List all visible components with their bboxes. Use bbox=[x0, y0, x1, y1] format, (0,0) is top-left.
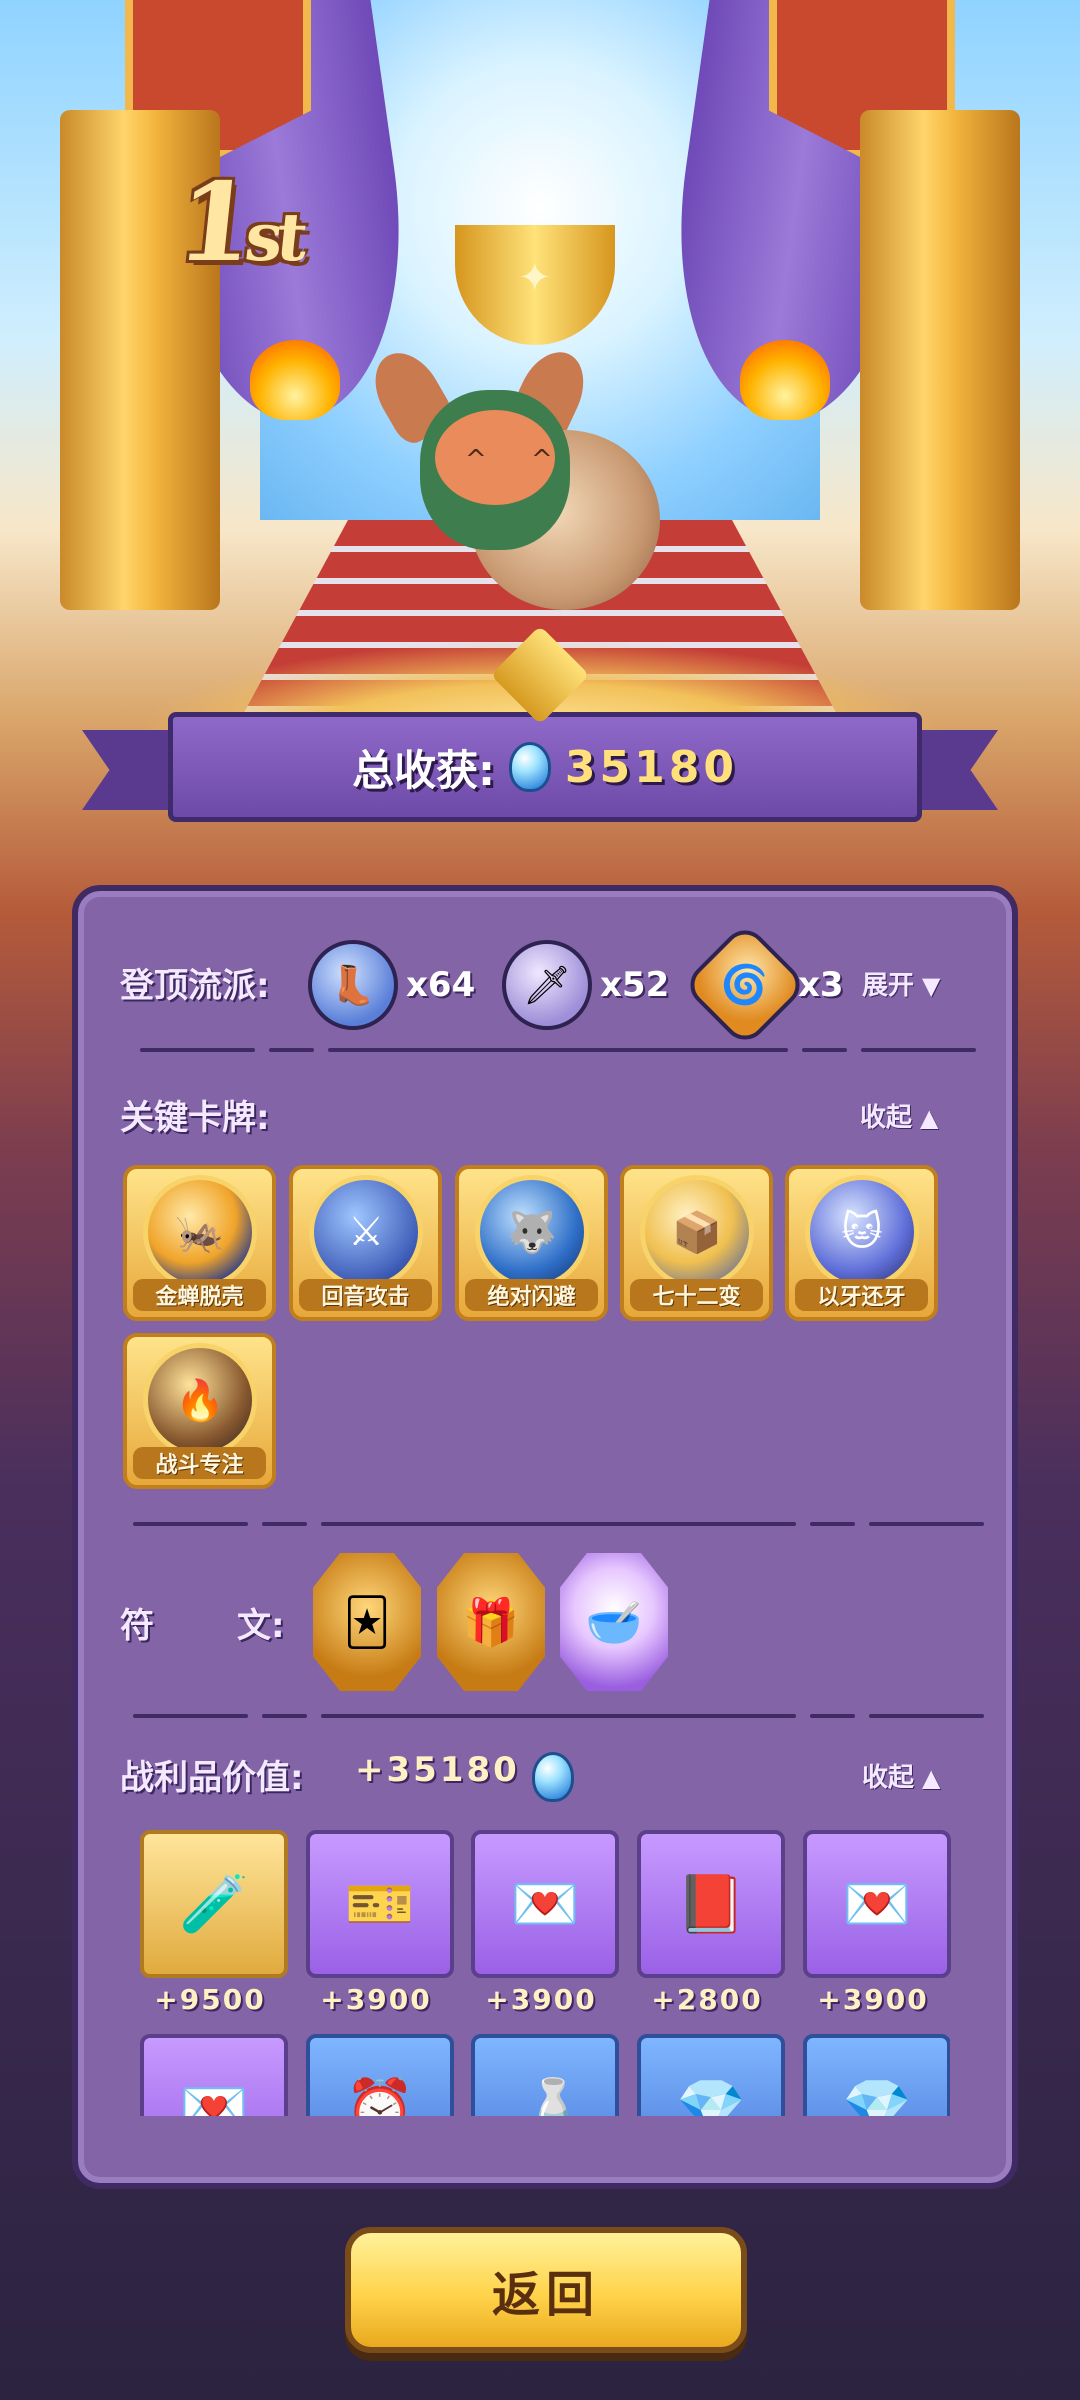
collapse-toggle-loot[interactable]: 收起 ▲ bbox=[862, 1757, 940, 1794]
red-book-icon[interactable]: 📕 bbox=[637, 1830, 785, 1978]
rank-suffix: st bbox=[241, 198, 306, 276]
triangle-up-icon: ▲ bbox=[922, 1764, 941, 1792]
vip-ticket-icon[interactable]: 🎫 bbox=[306, 1830, 454, 1978]
runes-label-b: 文: bbox=[237, 1606, 285, 1646]
key-card-name: 回音攻击 bbox=[299, 1279, 432, 1311]
key-cards-label: 关键卡牌: bbox=[120, 1098, 270, 1138]
rune-bowl-icon[interactable]: 🥣 bbox=[560, 1553, 668, 1691]
collapse-toggle-label: 收起 bbox=[860, 1103, 913, 1133]
cicada-shell-icon: 🦗 bbox=[143, 1175, 257, 1289]
focus-icon: 🔥 bbox=[143, 1343, 257, 1457]
squirrel-hero: ^ ^ bbox=[361, 340, 670, 620]
loot-row-clipped: 💌 ⏰ 🍶 💎 💎 bbox=[130, 2030, 950, 2116]
divider bbox=[133, 1522, 984, 1526]
crystal-icon[interactable]: 💎 bbox=[637, 2034, 785, 2116]
expand-toggle[interactable]: 展开 ▼ bbox=[862, 965, 940, 1002]
back-button[interactable]: 返回 bbox=[345, 2227, 747, 2353]
faction-item: 🗡 x52 bbox=[502, 940, 669, 1030]
loot-value: +35180 bbox=[355, 1750, 520, 1790]
gem-icon bbox=[508, 742, 551, 792]
runes-label-a: 符 bbox=[120, 1606, 154, 1646]
expand-toggle-label: 展开 bbox=[862, 971, 915, 1001]
loot-label: 战利品价值: bbox=[120, 1758, 304, 1798]
key-card-name: 以牙还牙 bbox=[795, 1279, 928, 1311]
triangle-up-icon: ▲ bbox=[920, 1104, 939, 1132]
loot-item-value: +3900 bbox=[485, 1983, 597, 2016]
total-harvest-label: 总收获: bbox=[352, 745, 495, 795]
collapse-toggle-cards[interactable]: 收起 ▲ bbox=[860, 1097, 938, 1134]
flame-icon bbox=[740, 340, 830, 420]
dodge-icon: 🐺 bbox=[475, 1175, 589, 1289]
rune-card-icon[interactable]: 🃏 bbox=[313, 1553, 421, 1691]
retaliate-icon: 🐱 bbox=[805, 1175, 919, 1289]
key-card-name: 金蝉脱壳 bbox=[133, 1279, 266, 1311]
loot-item-value: +3900 bbox=[320, 1983, 432, 2016]
rank-badge: 1st bbox=[171, 160, 309, 286]
crystal-icon[interactable]: 💎 bbox=[803, 2034, 950, 2116]
pillar-right bbox=[860, 110, 1020, 610]
key-card[interactable]: 🐱 以牙还牙 bbox=[785, 1165, 938, 1321]
letter-icon[interactable]: 💌 bbox=[140, 2034, 288, 2116]
total-harvest-value: 35180 bbox=[564, 741, 738, 793]
transform-icon: 📦 bbox=[640, 1175, 754, 1289]
loot-item-value: +3900 bbox=[817, 1983, 929, 2016]
divider bbox=[133, 1714, 984, 1718]
key-card[interactable]: ⚔ 回音攻击 bbox=[289, 1165, 442, 1321]
faction-count: x64 bbox=[406, 965, 476, 1005]
key-card-name: 绝对闪避 bbox=[465, 1279, 598, 1311]
gem-icon bbox=[532, 1752, 574, 1802]
faction-item: 👢 x64 bbox=[308, 940, 475, 1030]
divider bbox=[140, 1048, 976, 1052]
loot-item-value: +9500 bbox=[154, 1983, 266, 2016]
total-harvest-ribbon: 总收获: 35180 bbox=[168, 712, 922, 822]
sword-icon: 🗡 bbox=[502, 940, 592, 1030]
rune-gift-icon[interactable]: 🎁 bbox=[437, 1553, 545, 1691]
key-card[interactable]: 🔥 战斗专注 bbox=[123, 1333, 276, 1489]
loot-item-value: +2800 bbox=[651, 1983, 763, 2016]
faction-count: x3 bbox=[798, 965, 844, 1005]
letter-icon[interactable]: 💌 bbox=[803, 1830, 951, 1978]
key-card[interactable]: 🐺 绝对闪避 bbox=[455, 1165, 608, 1321]
collapse-toggle-label: 收起 bbox=[862, 1763, 915, 1793]
key-card-name: 七十二变 bbox=[630, 1279, 763, 1311]
letter-icon[interactable]: 💌 bbox=[471, 1830, 619, 1978]
swirl-icon: 🌀 bbox=[681, 921, 809, 1049]
faction-label: 登顶流派: bbox=[120, 966, 270, 1006]
flame-icon bbox=[250, 340, 340, 420]
key-card[interactable]: 📦 七十二变 bbox=[620, 1165, 773, 1321]
echo-attack-icon: ⚔ bbox=[309, 1175, 423, 1289]
alarm-clock-icon[interactable]: ⏰ bbox=[306, 2034, 454, 2116]
triangle-down-icon: ▼ bbox=[922, 972, 941, 1000]
potion-icon[interactable]: 🧪 bbox=[140, 1830, 288, 1978]
faction-count: x52 bbox=[600, 965, 670, 1005]
bottle-icon[interactable]: 🍶 bbox=[471, 2034, 619, 2116]
boot-icon: 👢 bbox=[308, 940, 398, 1030]
key-card-name: 战斗专注 bbox=[133, 1447, 266, 1479]
faction-item: 🌀 x3 bbox=[681, 921, 844, 1049]
key-card[interactable]: 🦗 金蝉脱壳 bbox=[123, 1165, 276, 1321]
